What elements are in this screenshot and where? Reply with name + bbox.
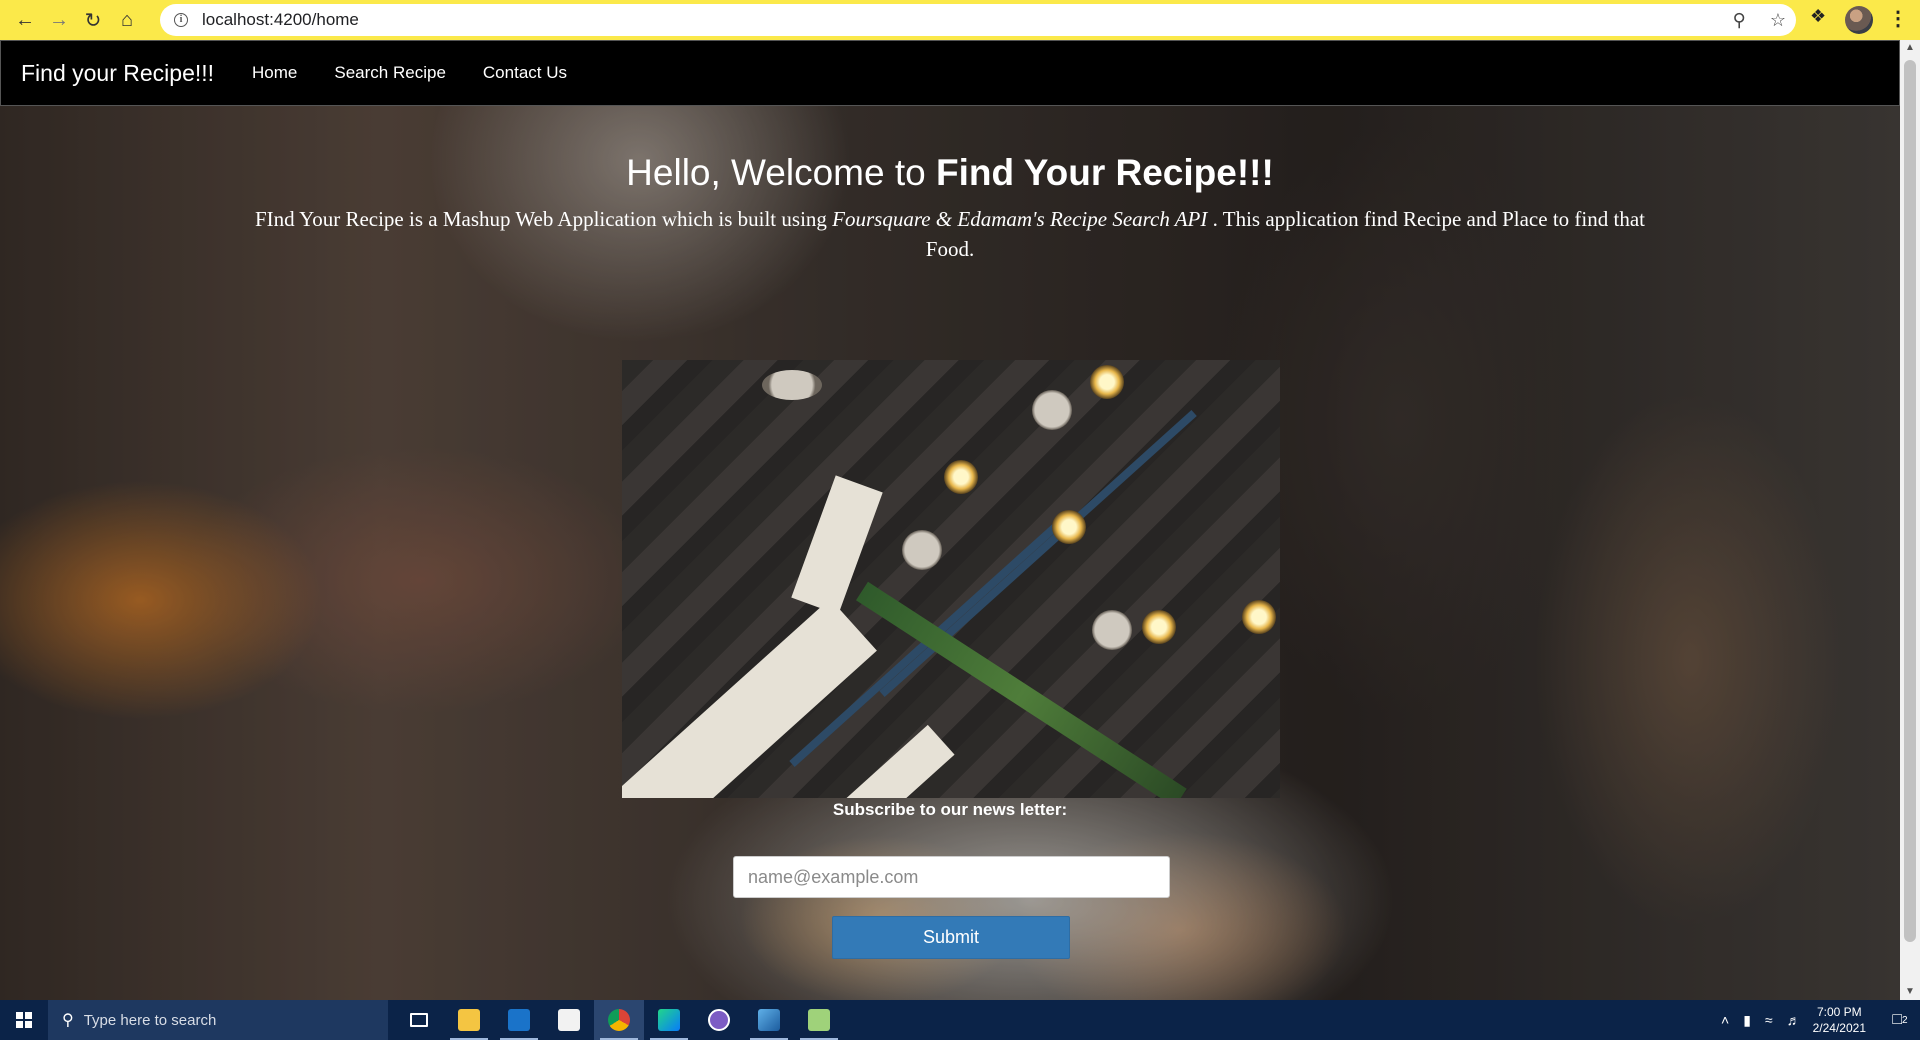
newsletter-label: Subscribe to our news letter: [832, 800, 1068, 819]
clock-date: 2/24/2021 [1812, 1021, 1866, 1035]
task-view-icon[interactable] [394, 1000, 444, 1040]
restaurant-overhead-photo [622, 360, 1280, 798]
address-bar[interactable]: i localhost:4200/home ⚲ ☆ [160, 4, 1796, 36]
chrome-icon[interactable] [594, 1000, 644, 1040]
notification-center-icon[interactable]: □ 2 [1880, 1000, 1920, 1040]
hero-desc-api: Foursquare & Edamam's Recipe Search API [832, 207, 1208, 231]
nav-link-search-recipe[interactable]: Search Recipe [334, 63, 446, 83]
windows-logo-icon [16, 1012, 32, 1028]
taskbar-search-placeholder: Type here to search [83, 1011, 217, 1029]
page-background: Find your Recipe!!! Home Search Recipe C… [0, 40, 1900, 1000]
notification-count: 2 [1902, 1014, 1908, 1026]
newsletter-submit-button[interactable]: Submit [832, 916, 1070, 959]
hero-title-plain: Hello, Welcome to [626, 152, 936, 193]
taskbar-search-box[interactable]: ⚲ Type here to search [48, 1000, 388, 1040]
hero-desc-part1: FInd Your Recipe is a Mashup Web Applica… [255, 207, 833, 231]
system-tray: ˄ ▮ ≈ ♬ 7:00 PM 2/24/2021 □ 2 [1721, 1000, 1920, 1040]
scroll-down-arrow-icon[interactable]: ▼ [1900, 984, 1920, 1000]
newsletter-email-input[interactable] [733, 856, 1170, 898]
scrollbar-thumb[interactable] [1904, 60, 1916, 942]
scroll-up-arrow-icon[interactable]: ▲ [1900, 40, 1920, 56]
app-purple-icon[interactable] [694, 1000, 744, 1040]
address-url[interactable]: localhost:4200/home [202, 10, 359, 30]
bookmark-star-icon[interactable]: ☆ [1770, 10, 1786, 31]
volume-icon[interactable]: ♬ [1787, 1012, 1801, 1029]
search-icon: ⚲ [62, 1012, 74, 1029]
browser-menu-icon[interactable]: ⋮ [1888, 6, 1908, 31]
wifi-icon[interactable]: ≈ [1765, 1012, 1773, 1029]
windows-start-button[interactable] [0, 1000, 48, 1040]
microsoft-store-icon[interactable] [544, 1000, 594, 1040]
hero-section: Hello, Welcome to Find Your Recipe!!! FI… [0, 106, 1900, 264]
webstorm-icon[interactable] [644, 1000, 694, 1040]
photos-icon[interactable] [744, 1000, 794, 1040]
notepad-plus-icon[interactable] [794, 1000, 844, 1040]
taskbar-clock[interactable]: 7:00 PM 2/24/2021 [1813, 1004, 1866, 1036]
page-scrollbar[interactable]: ▲ ▼ [1900, 40, 1920, 1000]
windows-taskbar: ⚲ Type here to search ˄ ▮ ≈ ♬ 7:00 PM 2/… [0, 1000, 1920, 1040]
hero-title: Hello, Welcome to Find Your Recipe!!! [0, 152, 1900, 194]
back-arrow-icon[interactable]: ← [8, 3, 42, 37]
home-icon[interactable]: ⌂ [110, 3, 144, 37]
file-explorer-icon[interactable] [444, 1000, 494, 1040]
nav-link-home[interactable]: Home [252, 63, 297, 83]
site-info-icon[interactable]: i [174, 13, 188, 27]
outlook-icon[interactable] [494, 1000, 544, 1040]
navbar-brand[interactable]: Find your Recipe!!! [21, 60, 214, 87]
hero-title-bold: Find Your Recipe!!! [936, 152, 1274, 193]
show-hidden-icons-chevron-icon[interactable]: ˄ [1721, 1012, 1729, 1029]
zoom-icon[interactable]: ⚲ [1733, 10, 1746, 31]
browser-toolbar: ← → ↻ ⌂ i localhost:4200/home ⚲ ☆ ❖ ⋮ [0, 0, 1920, 40]
extensions-puzzle-icon[interactable]: ❖ [1810, 6, 1826, 27]
nav-link-contact-us[interactable]: Contact Us [483, 63, 567, 83]
site-navbar: Find your Recipe!!! Home Search Recipe C… [0, 40, 1900, 106]
profile-avatar[interactable] [1845, 6, 1873, 34]
forward-arrow-icon[interactable]: → [42, 3, 76, 37]
battery-icon[interactable]: ▮ [1743, 1012, 1751, 1029]
reload-icon[interactable]: ↻ [76, 3, 110, 37]
hero-description: FInd Your Recipe is a Mashup Web Applica… [250, 204, 1650, 264]
clock-time: 7:00 PM [1816, 1005, 1862, 1019]
